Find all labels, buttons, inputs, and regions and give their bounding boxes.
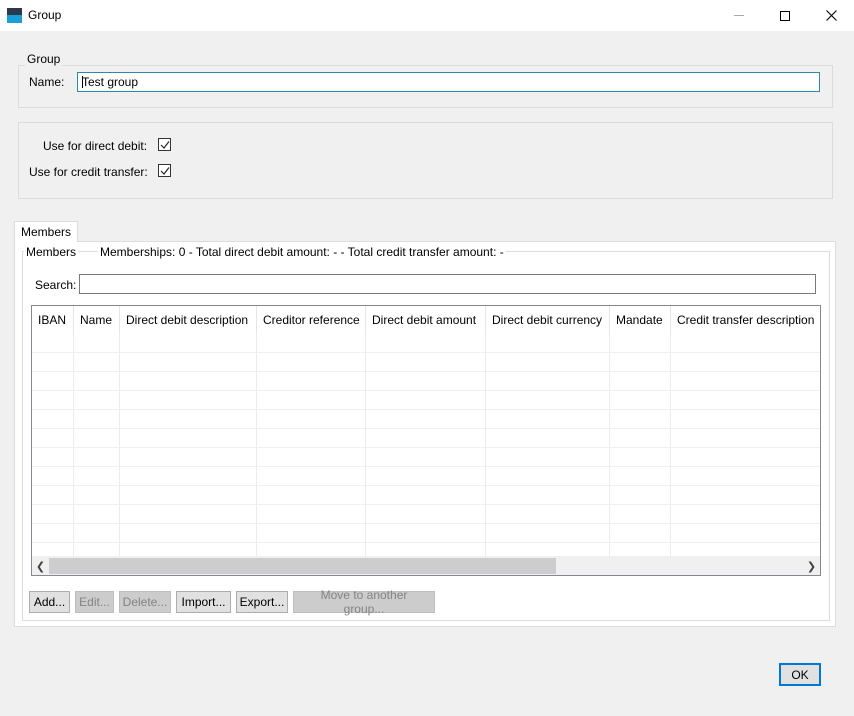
column-header-direct-debit-amount[interactable]: Direct debit amount bbox=[366, 306, 486, 334]
memberships-summary: Memberships: 0 - Total direct debit amou… bbox=[98, 245, 506, 259]
add-button[interactable]: Add... bbox=[29, 591, 70, 613]
empty-table-row bbox=[32, 524, 820, 543]
edit-button[interactable]: Edit... bbox=[75, 591, 114, 613]
maximize-icon bbox=[780, 10, 790, 21]
checkmark-icon bbox=[160, 167, 170, 175]
app-icon bbox=[7, 8, 22, 23]
move-to-group-button[interactable]: Move to another group... bbox=[293, 588, 435, 616]
scrollbar-thumb[interactable] bbox=[49, 558, 556, 574]
column-header-credit-transfer-description[interactable]: Credit transfer description bbox=[671, 306, 820, 334]
chevron-left-icon: ❮ bbox=[35, 560, 46, 573]
tab-members[interactable]: Members bbox=[14, 221, 78, 242]
direct-debit-label: Use for direct debit: bbox=[43, 139, 148, 153]
chevron-right-icon: ❯ bbox=[806, 560, 817, 573]
empty-table-row bbox=[32, 372, 820, 391]
search-input[interactable] bbox=[79, 274, 816, 294]
members-table[interactable]: IBAN Name Direct debit description Credi… bbox=[31, 305, 821, 576]
empty-table-row bbox=[32, 391, 820, 410]
column-header-creditor-reference[interactable]: Creditor reference bbox=[257, 306, 366, 334]
empty-table-row bbox=[32, 353, 820, 372]
scroll-left-button[interactable]: ❮ bbox=[32, 557, 49, 575]
empty-table-row bbox=[32, 486, 820, 505]
name-label: Name: bbox=[29, 75, 65, 89]
members-box-label: Members bbox=[24, 245, 79, 259]
column-header-iban[interactable]: IBAN bbox=[32, 306, 74, 334]
column-header-direct-debit-description[interactable]: Direct debit description bbox=[120, 306, 257, 334]
options-box bbox=[18, 122, 833, 199]
maximize-button[interactable] bbox=[762, 0, 808, 31]
empty-table-row bbox=[32, 505, 820, 524]
tab-members-label: Members bbox=[21, 225, 72, 239]
group-box-label: Group bbox=[25, 52, 63, 66]
empty-table-row bbox=[32, 448, 820, 467]
close-icon bbox=[825, 10, 837, 21]
window-title: Group bbox=[28, 8, 62, 22]
checkmark-icon bbox=[160, 141, 170, 149]
delete-button[interactable]: Delete... bbox=[119, 591, 171, 613]
empty-table-row bbox=[32, 334, 820, 353]
minimize-icon bbox=[734, 15, 744, 16]
empty-table-row bbox=[32, 410, 820, 429]
name-input-value: Test group bbox=[82, 75, 139, 89]
column-header-direct-debit-currency[interactable]: Direct debit currency bbox=[486, 306, 610, 334]
empty-table-row bbox=[32, 467, 820, 486]
scroll-right-button[interactable]: ❯ bbox=[803, 557, 820, 575]
credit-transfer-checkbox[interactable] bbox=[158, 164, 171, 177]
direct-debit-checkbox[interactable] bbox=[158, 138, 171, 151]
ok-button[interactable]: OK bbox=[779, 663, 821, 686]
minimize-button[interactable] bbox=[716, 0, 762, 31]
horizontal-scrollbar[interactable]: ❮ ❯ bbox=[32, 557, 820, 575]
title-bar: Group bbox=[0, 0, 854, 31]
column-header-name[interactable]: Name bbox=[74, 306, 120, 334]
search-label: Search: bbox=[35, 278, 77, 292]
export-button[interactable]: Export... bbox=[236, 591, 288, 613]
import-button[interactable]: Import... bbox=[176, 591, 231, 613]
close-button[interactable] bbox=[808, 0, 854, 31]
empty-table-row bbox=[32, 543, 820, 557]
column-header-mandate[interactable]: Mandate bbox=[610, 306, 671, 334]
empty-table-row bbox=[32, 429, 820, 448]
name-input[interactable]: Test group bbox=[77, 72, 820, 92]
credit-transfer-label: Use for credit transfer: bbox=[29, 165, 148, 179]
